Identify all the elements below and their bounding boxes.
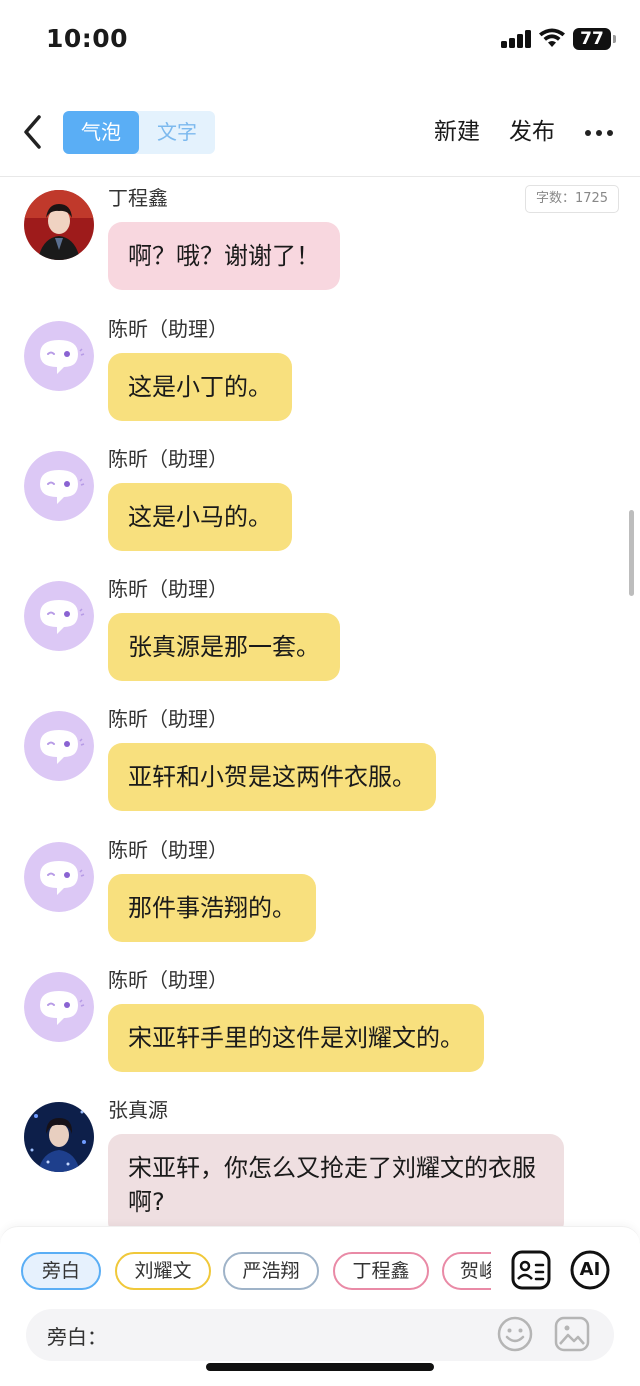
battery-icon: 77 <box>573 28 616 50</box>
narration-input-field[interactable]: 旁白： <box>26 1309 614 1361</box>
assistant-avatar[interactable] <box>24 321 94 391</box>
message-bubble[interactable]: 宋亚轩手里的这件是刘耀文的。 <box>108 1004 484 1072</box>
status-bar: 10:00 77 <box>0 0 640 80</box>
sender-name: 张真源 <box>108 1098 168 1122</box>
message-bubble[interactable]: 啊？哦？谢谢了！ <box>108 222 340 290</box>
input-role-label: 旁白： <box>47 1325 107 1349</box>
assistant-avatar[interactable] <box>24 842 94 912</box>
ai-button[interactable]: AI <box>569 1249 611 1291</box>
message-bubble[interactable]: 这是小丁的。 <box>108 353 292 421</box>
tab-bubble[interactable]: 气泡 <box>63 111 139 154</box>
sender-name: 陈昕（助理） <box>108 968 228 992</box>
ai-label: AI <box>579 1259 601 1280</box>
message-bubble[interactable]: 这是小马的。 <box>108 483 292 551</box>
chat-area[interactable]: 字数：1725 丁程鑫 啊？哦？谢谢了！ 陈昕（助理） 这是小丁的。 陈昕（助理… <box>0 177 640 1227</box>
home-indicator <box>206 1363 434 1371</box>
word-count-badge: 字数：1725 <box>525 185 619 213</box>
wifi-icon <box>539 28 565 47</box>
assistant-avatar[interactable] <box>24 581 94 651</box>
back-arrow-icon[interactable] <box>18 112 48 152</box>
view-mode-toggle: 气泡 文字 <box>63 111 215 154</box>
sender-name: 陈昕（助理） <box>108 317 228 341</box>
sender-name: 陈昕（助理） <box>108 577 228 601</box>
new-button[interactable]: 新建 <box>434 114 480 150</box>
assistant-avatar[interactable] <box>24 972 94 1042</box>
status-time: 10:00 <box>46 24 129 53</box>
top-navigation: 气泡 文字 新建 发布 <box>0 100 640 164</box>
message-bubble[interactable]: 亚轩和小贺是这两件衣服。 <box>108 743 436 811</box>
cellular-signal-icon <box>501 30 533 48</box>
message-bubble[interactable]: 张真源是那一套。 <box>108 613 340 681</box>
role-chip[interactable]: 贺峻 <box>442 1252 491 1290</box>
message-bubble[interactable]: 宋亚轩，你怎么又抢走了刘耀文的衣服啊? <box>108 1134 564 1227</box>
avatar[interactable] <box>24 1102 94 1172</box>
avatar[interactable] <box>24 190 94 260</box>
role-chip[interactable]: 丁程鑫 <box>333 1252 429 1290</box>
assistant-avatar[interactable] <box>24 711 94 781</box>
sender-name: 陈昕（助理） <box>108 838 228 862</box>
sender-name: 丁程鑫 <box>108 186 168 210</box>
sender-name: 陈昕（助理） <box>108 447 228 471</box>
assistant-avatar[interactable] <box>24 451 94 521</box>
publish-button[interactable]: 发布 <box>509 114 555 150</box>
scrollbar[interactable] <box>629 510 634 596</box>
role-chip[interactable]: 刘耀文 <box>115 1252 211 1290</box>
role-chip[interactable]: 严浩翔 <box>223 1252 319 1290</box>
emoji-icon[interactable] <box>496 1315 534 1353</box>
message-bubble[interactable]: 那件事浩翔的。 <box>108 874 316 942</box>
character-card-icon[interactable] <box>510 1249 552 1291</box>
role-chip-list: 旁白 刘耀文 严浩翔 丁程鑫 贺峻 <box>21 1252 491 1292</box>
role-chip-narration[interactable]: 旁白 <box>21 1252 101 1290</box>
more-options-icon[interactable] <box>585 130 613 136</box>
sender-name: 陈昕（助理） <box>108 707 228 731</box>
image-icon[interactable] <box>553 1315 591 1353</box>
bottom-input-panel: 旁白 刘耀文 严浩翔 丁程鑫 贺峻 AI 旁白： <box>0 1226 640 1386</box>
tab-text[interactable]: 文字 <box>139 111 215 154</box>
